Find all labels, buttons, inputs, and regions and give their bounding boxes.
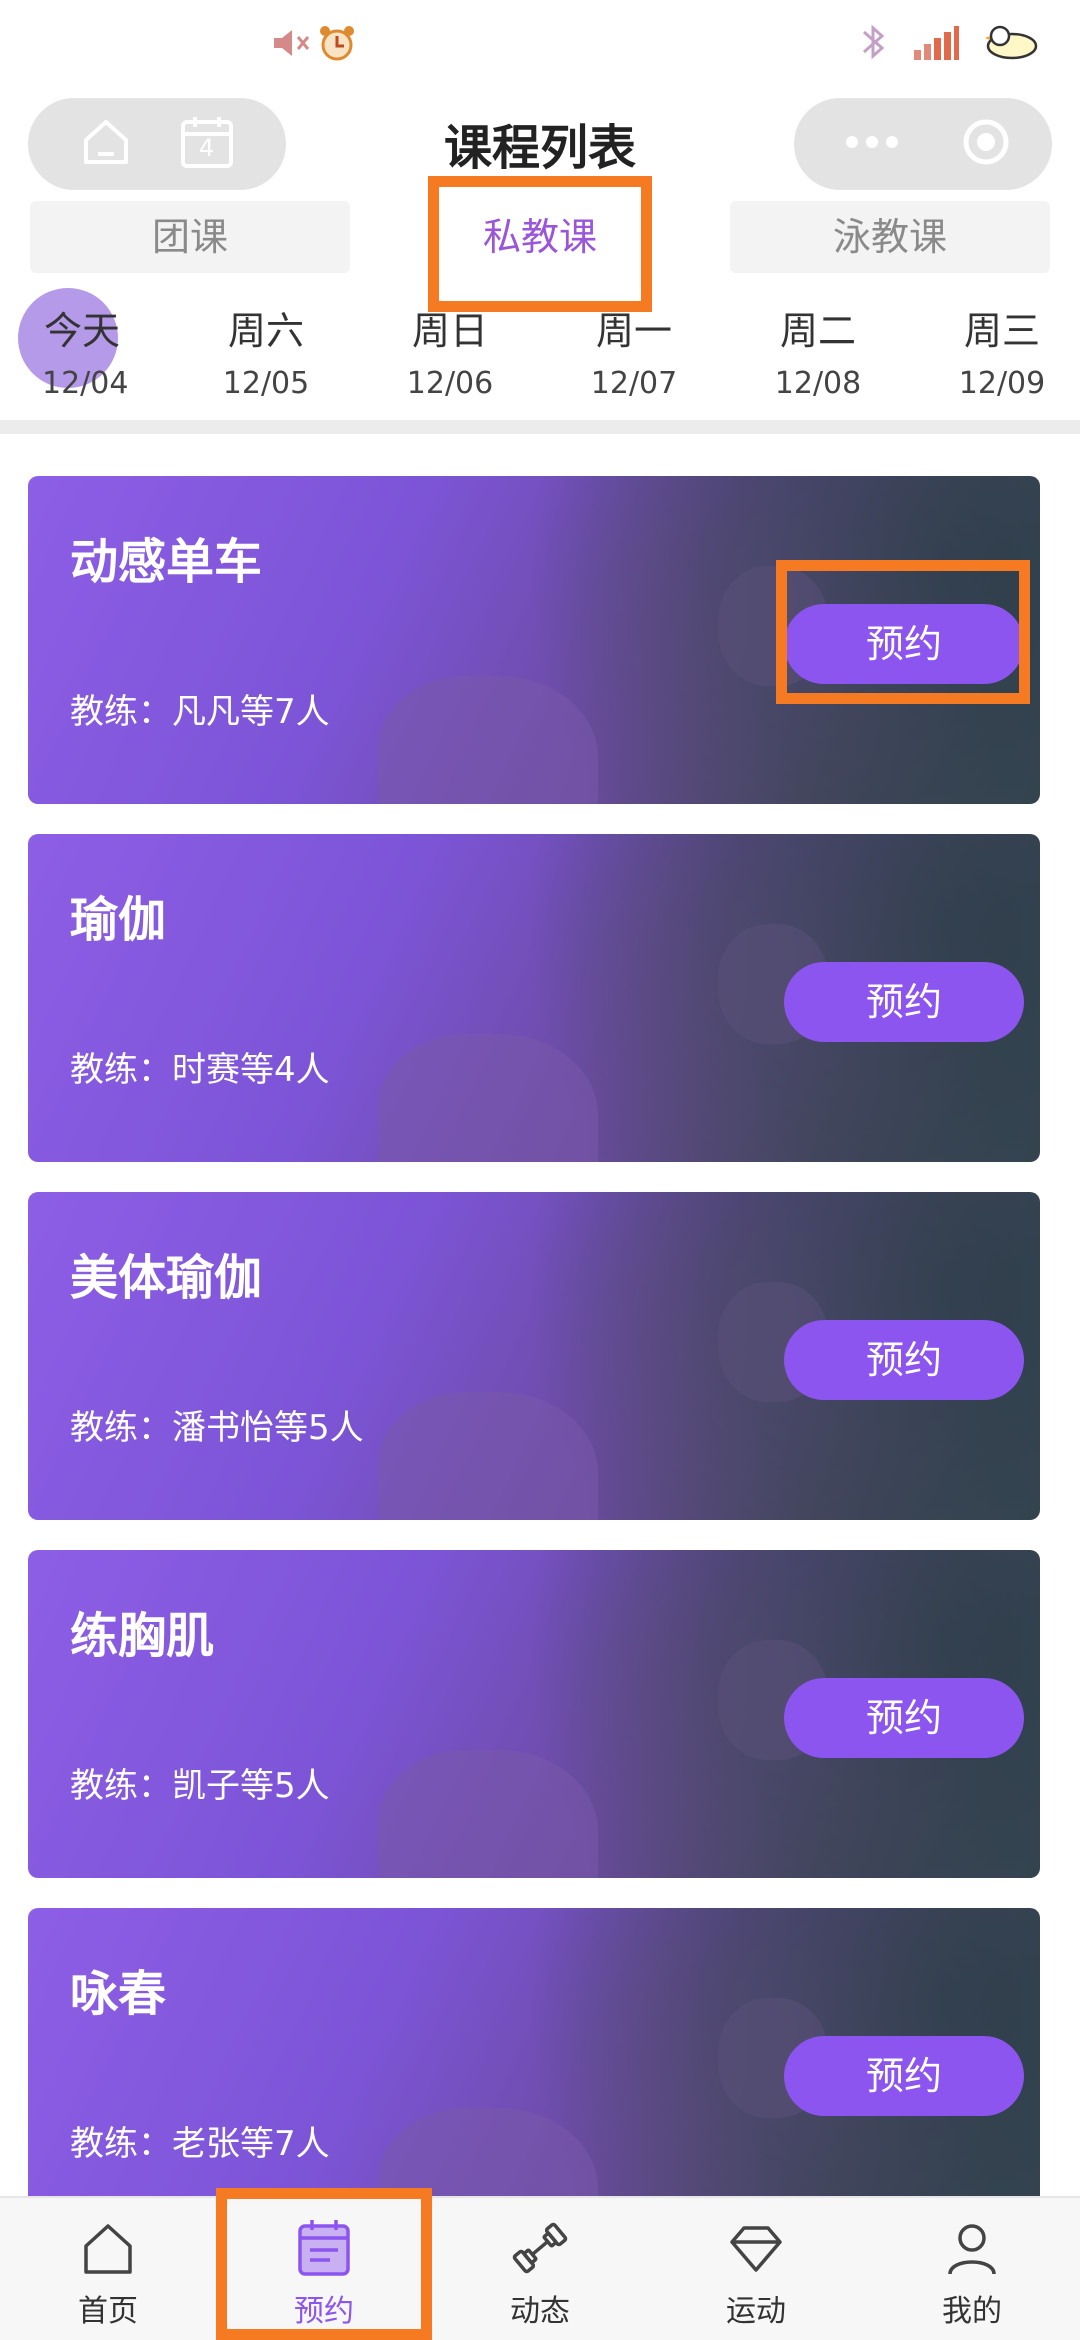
book-button[interactable]: 预约 [784, 2036, 1024, 2116]
nav-label: 运动 [726, 2294, 786, 2329]
date-value: 12/08 [774, 366, 862, 401]
date-selector: 今天 12/04 周六 12/05 周日 12/06 周一 12/07 周二 1… [0, 288, 1080, 418]
tab-private-class[interactable]: 私教课 [380, 201, 700, 273]
course-card[interactable]: 咏春 教练：老张等7人 预约 [28, 1908, 1040, 2196]
profile-icon [940, 2216, 1004, 2280]
nav-sports[interactable]: 运动 [686, 2216, 826, 2330]
course-coach: 教练：凡凡等7人 [70, 692, 330, 732]
alarm-icon [318, 24, 356, 66]
course-name: 咏春 [70, 1966, 167, 2022]
date-weekday: 周一 [595, 309, 672, 353]
mute-icon [272, 26, 310, 64]
date-weekday: 周三 [963, 309, 1040, 353]
date-value: 12/07 [590, 366, 678, 401]
date-item-mon[interactable]: 周一 12/07 [564, 298, 704, 404]
course-card[interactable]: 瑜伽 教练：时赛等4人 预约 [28, 834, 1040, 1162]
date-value: 12/09 [958, 366, 1046, 401]
date-weekday: 今天 [44, 309, 121, 353]
battery-icon [984, 22, 1040, 66]
book-button[interactable]: 预约 [784, 962, 1024, 1042]
date-value: 12/06 [406, 366, 494, 401]
close-target-icon[interactable] [960, 116, 1012, 172]
course-name: 美体瑜伽 [70, 1250, 263, 1306]
card-background-image [378, 676, 598, 804]
card-background-image [378, 1750, 598, 1878]
home-icon [76, 2216, 140, 2280]
course-coach: 教练：潘书怡等5人 [70, 1408, 364, 1448]
diamond-icon [724, 2216, 788, 2280]
date-weekday: 周二 [779, 309, 856, 353]
header: 4 课程列表 [0, 90, 1080, 190]
card-background-image [378, 1392, 598, 1520]
nav-home[interactable]: 首页 [38, 2216, 178, 2330]
date-value: 12/05 [222, 366, 310, 401]
book-button[interactable]: 预约 [784, 1678, 1024, 1758]
section-divider [0, 420, 1080, 434]
status-right-icons [858, 22, 1040, 66]
date-item-today[interactable]: 今天 12/04 [12, 288, 152, 404]
date-weekday: 周日 [411, 309, 488, 353]
dumbbell-icon [508, 2216, 572, 2280]
course-name: 瑜伽 [70, 892, 167, 948]
tab-swim-class[interactable]: 泳教课 [730, 201, 1050, 273]
date-item-sun[interactable]: 周日 12/06 [380, 298, 520, 404]
date-item-tue[interactable]: 周二 12/08 [748, 298, 888, 404]
nav-label: 首页 [78, 2294, 138, 2329]
course-coach: 教练：时赛等4人 [70, 1050, 330, 1090]
book-button[interactable]: 预约 [784, 604, 1024, 684]
status-center-icons [272, 24, 356, 66]
right-capsule[interactable] [794, 98, 1052, 190]
nav-booking[interactable]: 预约 [254, 2216, 394, 2330]
course-type-tabs: 团课 私教课 泳教课 [0, 195, 1080, 283]
card-background-image [378, 2108, 598, 2196]
nav-profile[interactable]: 我的 [902, 2216, 1042, 2330]
course-card[interactable]: 美体瑜伽 教练：潘书怡等5人 预约 [28, 1192, 1040, 1520]
nav-label: 预约 [294, 2294, 354, 2329]
tab-group-class[interactable]: 团课 [30, 201, 350, 273]
course-list: 动感单车 教练：凡凡等7人 预约 瑜伽 教练：时赛等4人 预约 美体瑜伽 教练：… [0, 476, 1080, 2196]
status-bar [0, 0, 1080, 90]
signal-icon [912, 22, 960, 66]
nav-feed[interactable]: 动态 [470, 2216, 610, 2330]
bluetooth-icon [858, 22, 888, 66]
date-weekday: 周六 [227, 309, 304, 353]
date-value: 12/04 [42, 366, 129, 401]
date-item-sat[interactable]: 周六 12/05 [196, 298, 336, 404]
nav-label: 我的 [942, 2294, 1002, 2329]
bottom-nav: 首页 预约 动态 运动 我的 [0, 2196, 1080, 2340]
course-name: 动感单车 [70, 534, 263, 590]
course-coach: 教练：凯子等5人 [70, 1766, 330, 1806]
book-button[interactable]: 预约 [784, 1320, 1024, 1400]
course-card[interactable]: 练胸肌 教练：凯子等5人 预约 [28, 1550, 1040, 1878]
card-background-image [378, 1034, 598, 1162]
date-item-wed[interactable]: 周三 12/09 [932, 298, 1072, 404]
course-coach: 教练：老张等7人 [70, 2124, 330, 2164]
more-icon[interactable] [842, 132, 902, 156]
course-card[interactable]: 动感单车 教练：凡凡等7人 预约 [28, 476, 1040, 804]
nav-label: 动态 [510, 2294, 570, 2329]
course-name: 练胸肌 [70, 1608, 215, 1664]
calendar-icon [292, 2216, 356, 2280]
